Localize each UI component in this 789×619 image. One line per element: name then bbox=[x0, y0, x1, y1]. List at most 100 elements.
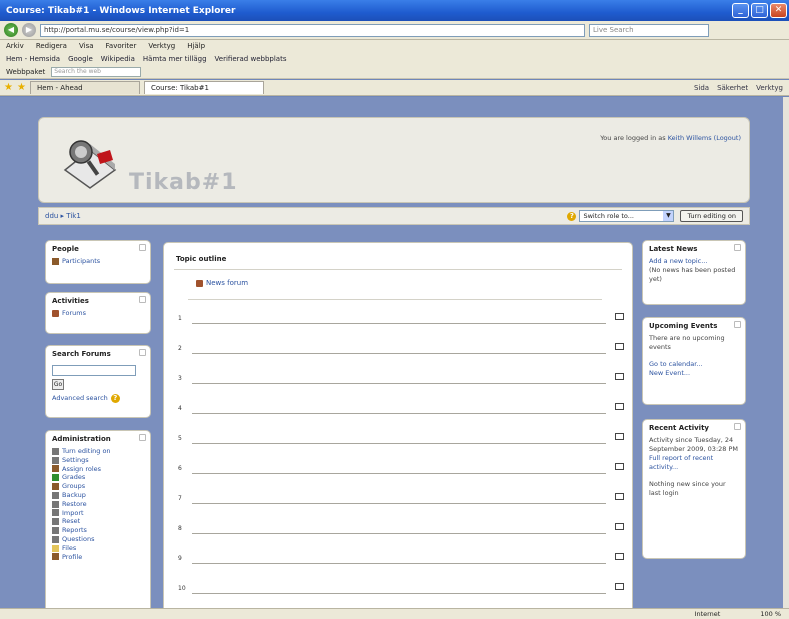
highlight-checkbox-icon[interactable] bbox=[615, 493, 624, 500]
hide-block-icon[interactable] bbox=[734, 244, 741, 251]
breadcrumb-bar: ddu ▸ Tik1 ? Switch role to... ▼ Turn ed… bbox=[38, 207, 750, 225]
block-administration: Administration Turn editing on Settings … bbox=[45, 430, 151, 608]
highlight-checkbox-icon[interactable] bbox=[615, 403, 624, 410]
highlight-checkbox-icon[interactable] bbox=[615, 433, 624, 440]
tab-course[interactable]: Course: Tikab#1 bbox=[143, 81, 264, 94]
topic-section: 9 bbox=[174, 551, 624, 573]
page-menu[interactable]: Sida bbox=[694, 84, 709, 92]
highlight-checkbox-icon[interactable] bbox=[615, 583, 624, 590]
add-topic-link[interactable]: Add a new topic... bbox=[649, 257, 739, 266]
hide-block-icon[interactable] bbox=[139, 434, 146, 441]
add-favorite-icon[interactable]: ★ bbox=[17, 82, 26, 93]
admin-item[interactable]: Reset bbox=[62, 517, 80, 526]
topic-number: 9 bbox=[178, 555, 182, 562]
block-recent-activity: Recent Activity Activity since Tuesday, … bbox=[642, 419, 746, 559]
link-home[interactable]: Hem - Hemsida bbox=[6, 55, 60, 63]
tools-menu[interactable]: Verktyg bbox=[756, 84, 783, 92]
admin-item[interactable]: Backup bbox=[62, 491, 86, 500]
admin-item[interactable]: Restore bbox=[62, 500, 87, 509]
admin-item[interactable]: Import bbox=[62, 509, 84, 518]
forums-link[interactable]: Forums bbox=[62, 309, 86, 318]
hide-block-icon[interactable] bbox=[139, 349, 146, 356]
highlight-checkbox-icon[interactable] bbox=[615, 343, 624, 350]
advanced-search-link[interactable]: Advanced search bbox=[52, 394, 108, 403]
forward-button[interactable]: ▶ bbox=[22, 23, 36, 37]
topic-number: 1 bbox=[178, 315, 182, 322]
favorites-star-icon[interactable]: ★ bbox=[4, 82, 13, 93]
breadcrumb[interactable]: ddu ▸ Tik1 bbox=[45, 212, 81, 220]
web-search-input[interactable]: Search the web bbox=[51, 66, 142, 77]
menu-file[interactable]: Arkiv bbox=[6, 42, 24, 50]
block-title: People bbox=[52, 245, 79, 253]
admin-item[interactable]: Turn editing on bbox=[62, 447, 111, 456]
link-verified[interactable]: Verifierad webbplats bbox=[215, 55, 287, 63]
menu-tools[interactable]: Verktyg bbox=[148, 42, 175, 50]
highlight-checkbox-icon[interactable] bbox=[615, 523, 624, 530]
link-wikipedia[interactable]: Wikipedia bbox=[101, 55, 135, 63]
help-icon[interactable]: ? bbox=[110, 394, 120, 403]
new-event-link[interactable]: New Event... bbox=[649, 369, 739, 378]
window-title: Course: Tikab#1 - Windows Internet Explo… bbox=[6, 5, 236, 16]
highlight-checkbox-icon[interactable] bbox=[615, 553, 624, 560]
block-title: Activities bbox=[52, 297, 89, 305]
switch-role-value: Switch role to... bbox=[583, 212, 634, 220]
news-forum-link[interactable]: News forum bbox=[206, 279, 248, 287]
topic-section: 7 bbox=[174, 491, 624, 513]
highlight-checkbox-icon[interactable] bbox=[615, 373, 624, 380]
admin-item[interactable]: Files bbox=[62, 544, 76, 553]
vertical-scrollbar[interactable] bbox=[783, 97, 789, 608]
close-button[interactable]: ✕ bbox=[770, 3, 787, 18]
tab-home[interactable]: Hem - Ahead bbox=[29, 81, 140, 94]
hide-block-icon[interactable] bbox=[734, 321, 741, 328]
go-button[interactable]: Go bbox=[52, 379, 64, 390]
maximize-button[interactable]: □ bbox=[751, 3, 768, 18]
highlight-checkbox-icon[interactable] bbox=[615, 313, 624, 320]
zoom-level[interactable]: 100 % bbox=[760, 610, 781, 618]
menu-edit[interactable]: Redigera bbox=[36, 42, 67, 50]
divider bbox=[188, 299, 602, 300]
admin-item[interactable]: Groups bbox=[62, 482, 85, 491]
full-report-link[interactable]: Full report of recent activity... bbox=[649, 454, 739, 472]
admin-item[interactable]: Profile bbox=[62, 553, 82, 562]
admin-item[interactable]: Reports bbox=[62, 526, 87, 535]
topic-number: 4 bbox=[178, 405, 182, 412]
divider bbox=[174, 269, 622, 270]
admin-item[interactable]: Grades bbox=[62, 473, 85, 482]
search-input[interactable]: Live Search bbox=[589, 23, 709, 37]
login-info: You are logged in as Keith Willems (Logo… bbox=[600, 134, 741, 142]
menu-help[interactable]: Hjälp bbox=[187, 42, 205, 50]
hide-block-icon[interactable] bbox=[139, 244, 146, 251]
hide-block-icon[interactable] bbox=[139, 296, 146, 303]
admin-item[interactable]: Settings bbox=[62, 456, 89, 465]
switch-role-select[interactable]: Switch role to... ▼ bbox=[579, 210, 675, 222]
grades-icon bbox=[52, 474, 59, 482]
admin-item[interactable]: Questions bbox=[62, 535, 94, 544]
minimize-button[interactable]: _ bbox=[732, 3, 749, 18]
forum-search-input[interactable] bbox=[52, 365, 136, 376]
security-zone: Internet bbox=[694, 610, 721, 618]
back-button[interactable]: ◀ bbox=[4, 23, 18, 37]
turn-editing-on-button[interactable]: Turn editing on bbox=[680, 210, 743, 222]
moodle-logo-icon bbox=[63, 140, 117, 189]
help-icon[interactable]: ? bbox=[567, 211, 577, 221]
menu-view[interactable]: Visa bbox=[79, 42, 94, 50]
safety-menu[interactable]: Säkerhet bbox=[717, 84, 748, 92]
webpack-button[interactable]: Webbpaket bbox=[6, 68, 45, 76]
participants-link[interactable]: Participants bbox=[62, 257, 100, 266]
link-addons[interactable]: Hämta mer tillägg bbox=[143, 55, 207, 63]
profile-icon bbox=[52, 553, 59, 561]
edit-icon bbox=[52, 447, 59, 455]
topic-number: 6 bbox=[178, 465, 182, 472]
outline-title: Topic outline bbox=[176, 255, 227, 263]
menu-favorites[interactable]: Favoriter bbox=[106, 42, 137, 50]
login-user-link[interactable]: Keith Willems (Logout) bbox=[668, 134, 741, 142]
calendar-link[interactable]: Go to calendar... bbox=[649, 360, 739, 369]
settings-icon bbox=[52, 456, 59, 464]
address-input[interactable]: http://portal.mu.se/course/view.php?id=1 bbox=[40, 23, 585, 37]
highlight-checkbox-icon[interactable] bbox=[615, 463, 624, 470]
restore-icon bbox=[52, 500, 59, 508]
admin-item[interactable]: Assign roles bbox=[62, 465, 101, 474]
hide-block-icon[interactable] bbox=[734, 423, 741, 430]
groups-icon bbox=[52, 483, 59, 491]
link-google[interactable]: Google bbox=[68, 55, 93, 63]
